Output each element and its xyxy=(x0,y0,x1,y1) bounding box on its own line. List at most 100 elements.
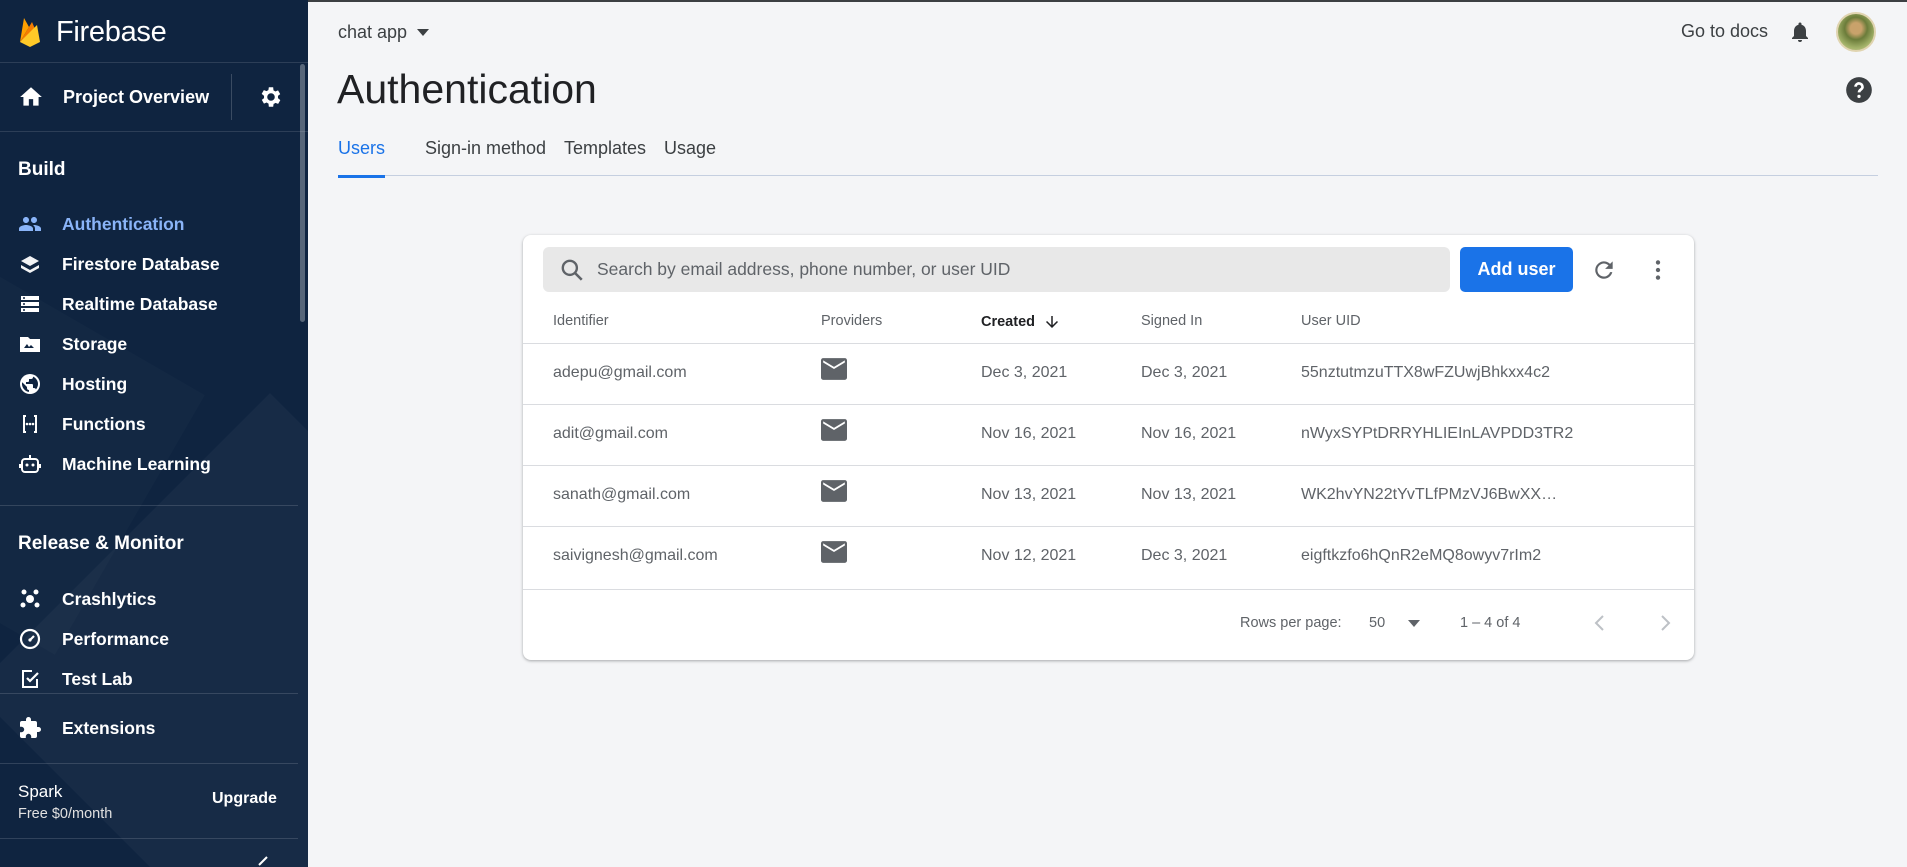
cell-identifier: saivignesh@gmail.com xyxy=(553,547,718,564)
sidebar-item-label: Crashlytics xyxy=(62,588,157,609)
cell-created: Dec 3, 2021 xyxy=(981,364,1068,381)
firestore-icon xyxy=(17,251,43,277)
firebase-flame-icon xyxy=(20,18,40,47)
chevron-left-icon[interactable] xyxy=(1588,611,1612,635)
project-selector[interactable]: chat app xyxy=(338,22,430,43)
tab-bar: Users Sign-in method Templates Usage xyxy=(338,138,1878,178)
cell-created: Nov 16, 2021 xyxy=(981,425,1077,442)
cell-identifier: adepu@gmail.com xyxy=(553,364,687,381)
crashlytics-icon xyxy=(17,586,43,612)
upgrade-button[interactable]: Upgrade xyxy=(212,790,277,808)
mail-icon xyxy=(821,419,847,441)
sidebar-item-label: Test Lab xyxy=(62,668,133,689)
project-overview-row: Project Overview xyxy=(0,62,308,132)
plan-name: Spark xyxy=(18,782,63,801)
table-header: Identifier Providers Created Signed In U… xyxy=(523,313,1694,343)
bell-icon[interactable] xyxy=(1788,19,1812,45)
users-card: Add user Identifier Providers Created Si… xyxy=(523,235,1694,660)
search-bar[interactable] xyxy=(543,247,1450,292)
search-input[interactable] xyxy=(597,259,1437,280)
mail-icon xyxy=(821,358,847,380)
table-row[interactable]: saivignesh@gmail.com Nov 12, 2021 Dec 3,… xyxy=(523,526,1694,587)
top-border xyxy=(308,0,1907,2)
sidebar-item-realtime-database[interactable]: Realtime Database xyxy=(0,284,300,324)
globe-icon xyxy=(17,371,43,397)
sidebar-item-functions[interactable]: Functions xyxy=(0,404,300,444)
tab-usage[interactable]: Usage xyxy=(664,138,716,176)
tab-users[interactable]: Users xyxy=(338,138,386,178)
cell-signed-in: Nov 16, 2021 xyxy=(1141,425,1237,442)
pagination-range: 1 – 4 of 4 xyxy=(1460,615,1521,631)
help-icon[interactable] xyxy=(1845,76,1873,104)
plan-info: Spark Free $0/month xyxy=(18,782,112,822)
divider xyxy=(0,693,298,694)
more-vert-icon[interactable] xyxy=(1645,257,1671,283)
sidebar-item-label: Functions xyxy=(62,413,146,434)
go-to-docs-link[interactable]: Go to docs xyxy=(1681,21,1768,42)
sidebar-scrollbar[interactable] xyxy=(300,64,305,322)
cell-created: Nov 13, 2021 xyxy=(981,486,1077,503)
cell-signed-in: Dec 3, 2021 xyxy=(1141,547,1228,564)
column-created-label: Created xyxy=(981,314,1035,330)
folder-icon xyxy=(17,331,43,357)
column-user-uid[interactable]: User UID xyxy=(1301,313,1361,329)
people-icon xyxy=(17,211,43,237)
add-user-button[interactable]: Add user xyxy=(1460,247,1573,292)
mail-icon xyxy=(821,541,847,563)
mail-icon xyxy=(821,480,847,502)
sidebar-item-label: Extensions xyxy=(62,717,156,738)
arrow-down-icon xyxy=(1046,316,1058,328)
sidebar-item-hosting[interactable]: Hosting xyxy=(0,364,300,404)
table-row[interactable]: sanath@gmail.com Nov 13, 2021 Nov 13, 20… xyxy=(523,465,1694,526)
sidebar-item-label: Storage xyxy=(62,333,128,354)
tab-sign-in-method[interactable]: Sign-in method xyxy=(425,138,546,176)
table-row[interactable]: adepu@gmail.com Dec 3, 2021 Dec 3, 2021 … xyxy=(523,343,1694,404)
cell-identifier: adit@gmail.com xyxy=(553,425,668,442)
sidebar-item-label: Realtime Database xyxy=(62,293,218,314)
sidebar-item-storage[interactable]: Storage xyxy=(0,324,300,364)
sidebar-item-label: Firestore Database xyxy=(62,253,220,274)
chevron-down-icon[interactable] xyxy=(1408,620,1420,628)
divider xyxy=(0,763,298,764)
project-name: chat app xyxy=(338,22,408,42)
gear-icon[interactable] xyxy=(258,84,284,110)
cell-signed-in: Nov 13, 2021 xyxy=(1141,486,1237,503)
cell-uid: WK2hvYN22tYvTLfPMzVJ6BwXX… xyxy=(1301,486,1558,503)
sidebar-item-label: Performance xyxy=(62,628,169,649)
column-providers[interactable]: Providers xyxy=(821,313,882,329)
functions-icon xyxy=(17,411,43,437)
section-build: Build xyxy=(18,159,66,180)
divider xyxy=(523,589,1694,590)
column-created[interactable]: Created xyxy=(981,313,1061,331)
brand-name: Firebase xyxy=(56,15,167,48)
robot-icon xyxy=(17,451,43,477)
cell-uid: nWyxSYPtDRRYHLIEInLAVPDD3TR2 xyxy=(1301,425,1574,442)
refresh-icon[interactable] xyxy=(1591,257,1617,283)
page-title: Authentication xyxy=(337,66,597,112)
cell-signed-in: Dec 3, 2021 xyxy=(1141,364,1228,381)
project-overview-link[interactable]: Project Overview xyxy=(63,87,231,108)
sidebar-item-performance[interactable]: Performance xyxy=(0,619,300,659)
firebase-logo[interactable]: Firebase xyxy=(18,14,167,50)
sidebar-item-authentication[interactable]: Authentication xyxy=(0,204,300,244)
rows-per-page-select[interactable]: 50 xyxy=(1369,615,1385,631)
sidebar-item-firestore[interactable]: Firestore Database xyxy=(0,244,300,284)
chevron-down-icon xyxy=(417,28,430,36)
avatar[interactable] xyxy=(1836,12,1876,52)
divider xyxy=(231,74,232,120)
table-row[interactable]: adit@gmail.com Nov 16, 2021 Nov 16, 2021… xyxy=(523,404,1694,465)
column-signed-in[interactable]: Signed In xyxy=(1141,313,1202,329)
column-identifier[interactable]: Identifier xyxy=(553,313,609,329)
cell-uid: eigftkzfo6hQnR2eMQ8owyv7rIm2 xyxy=(1301,547,1542,564)
chevron-right-icon[interactable] xyxy=(1653,611,1677,635)
tab-templates[interactable]: Templates xyxy=(564,138,646,176)
home-icon xyxy=(20,87,42,106)
sidebar-item-crashlytics[interactable]: Crashlytics xyxy=(0,579,300,619)
sidebar-item-machine-learning[interactable]: Machine Learning xyxy=(0,444,300,484)
checklist-icon xyxy=(17,666,43,692)
sidebar-item-label: Machine Learning xyxy=(62,453,211,474)
main-content: chat app Go to docs Authentication Users… xyxy=(308,0,1907,867)
sidebar-item-extensions[interactable]: Extensions xyxy=(0,708,300,748)
speedometer-icon xyxy=(17,626,43,652)
collapse-sidebar-icon[interactable] xyxy=(255,855,271,867)
